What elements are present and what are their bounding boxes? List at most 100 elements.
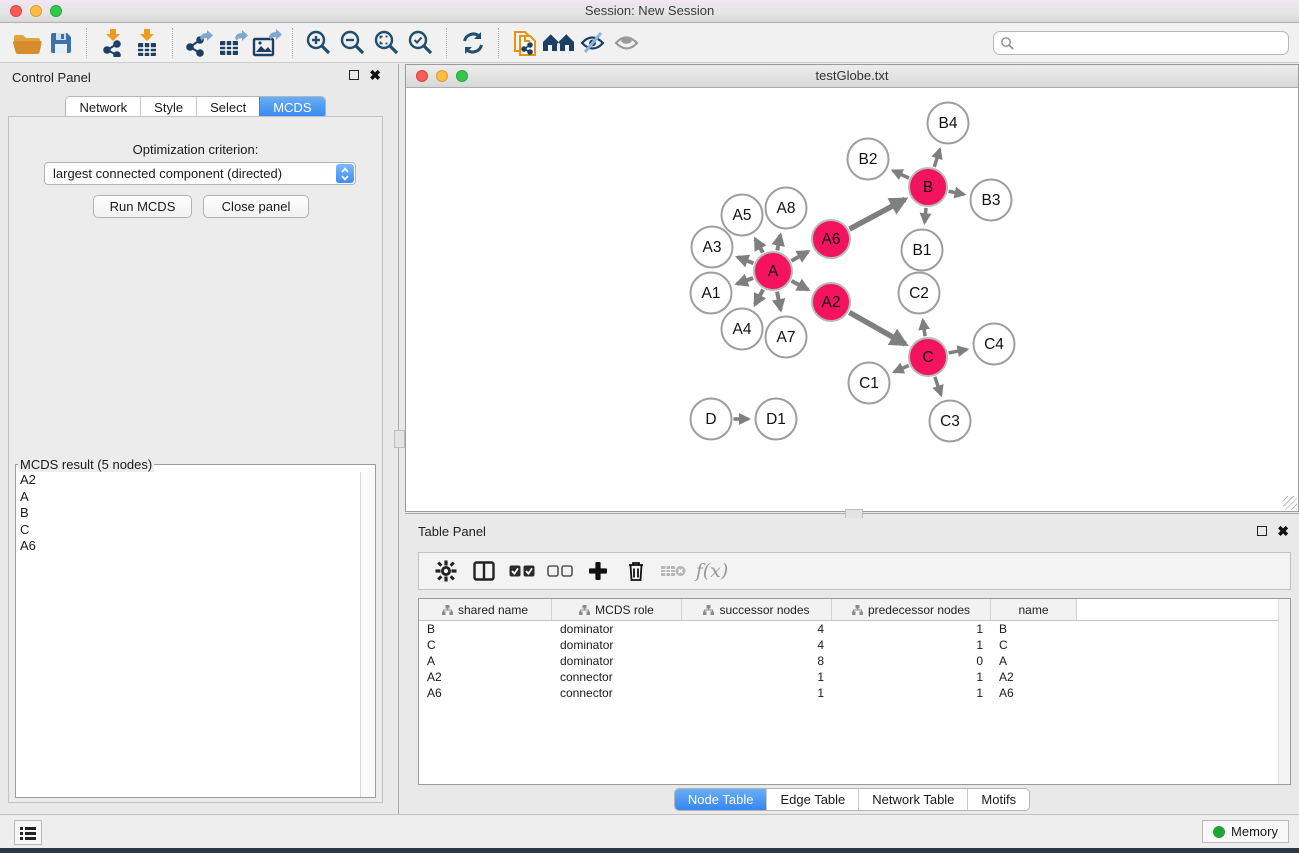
zoom-in-icon[interactable] (302, 27, 336, 59)
column-header-shared-name[interactable]: shared name (419, 599, 552, 620)
table-cell[interactable]: 4 (682, 622, 832, 636)
close-panel-button[interactable]: Close panel (203, 195, 309, 218)
result-list-item[interactable]: C (16, 522, 361, 539)
table-cell[interactable]: C (419, 638, 552, 652)
tab-mcds[interactable]: MCDS (259, 97, 324, 118)
graph-edge-C-C3[interactable] (935, 377, 941, 395)
table-cell[interactable]: A (991, 654, 1077, 668)
graph-edge-B-B3[interactable] (949, 191, 965, 194)
export-table-icon[interactable] (216, 27, 250, 59)
tab-edge-table[interactable]: Edge Table (766, 789, 858, 810)
column-header-predecessor-nodes[interactable]: predecessor nodes (832, 599, 991, 620)
table-cell[interactable]: dominator (552, 654, 682, 668)
graph-node-D[interactable]: D (691, 399, 732, 440)
run-mcds-button[interactable]: Run MCDS (93, 195, 192, 218)
result-list-item[interactable]: B (16, 505, 361, 522)
function-builder-icon[interactable]: f(x) (693, 556, 731, 586)
table-cell[interactable]: 1 (682, 670, 832, 684)
graph-edge-C-C1[interactable] (894, 365, 909, 371)
import-table-icon[interactable] (130, 27, 164, 59)
column-header-name[interactable]: name (991, 599, 1077, 620)
graph-edge-A6-B[interactable] (850, 199, 906, 229)
table-cell[interactable]: dominator (552, 622, 682, 636)
graph-node-B1[interactable]: B1 (902, 230, 943, 271)
table-cell[interactable]: A (419, 654, 552, 668)
graph-edge-A2-C[interactable] (849, 312, 905, 344)
result-list-item[interactable]: A2 (16, 472, 361, 489)
graph-edge-A-A2[interactable] (792, 281, 809, 290)
search-field[interactable] (993, 31, 1289, 55)
table-cell[interactable]: dominator (552, 638, 682, 652)
table-cell[interactable]: A6 (419, 686, 552, 700)
table-row[interactable]: Adominator80A (419, 653, 1290, 669)
vertical-split-handle[interactable] (394, 430, 405, 448)
clone-network-icon[interactable] (508, 27, 542, 59)
result-list-item[interactable]: A6 (16, 538, 361, 555)
column-header-successor-nodes[interactable]: successor nodes (682, 599, 832, 620)
network-canvas[interactable]: AA1A2A3A4A5A6A7A8BB1B2B3B4CC1C2C3C4DD1 (406, 88, 1298, 511)
show-hide-graphics-icon[interactable] (576, 27, 610, 59)
graph-edge-A-A6[interactable] (791, 252, 808, 261)
graph-edge-A-A5[interactable] (755, 239, 763, 253)
select-all-columns-icon[interactable] (503, 556, 541, 586)
zoom-selected-icon[interactable] (404, 27, 438, 59)
table-cell[interactable]: connector (552, 686, 682, 700)
graph-edge-B-B2[interactable] (893, 171, 909, 178)
graph-edge-A-A4[interactable] (755, 290, 763, 305)
unselect-all-columns-icon[interactable] (541, 556, 579, 586)
column-header-MCDS-role[interactable]: MCDS role (552, 599, 682, 620)
graph-node-A4[interactable]: A4 (722, 309, 763, 350)
table-cell[interactable]: B (991, 622, 1077, 636)
graph-node-C1[interactable]: C1 (849, 363, 890, 404)
table-cell[interactable]: 1 (832, 670, 991, 684)
show-graphics-details-icon[interactable] (610, 27, 644, 59)
graph-node-A8[interactable]: A8 (766, 188, 807, 229)
close-panel-icon[interactable]: ✖ (369, 70, 381, 80)
graph-node-C3[interactable]: C3 (930, 401, 971, 442)
resize-grip-icon[interactable] (1283, 496, 1297, 510)
table-cell[interactable]: 0 (832, 654, 991, 668)
graph-node-A6[interactable]: A6 (812, 220, 850, 258)
graph-node-C[interactable]: C (909, 338, 947, 376)
table-cell[interactable]: 1 (682, 686, 832, 700)
tab-node-table[interactable]: Node Table (675, 789, 767, 810)
table-row[interactable]: Cdominator41C (419, 637, 1290, 653)
float-panel-icon[interactable] (349, 70, 359, 80)
graph-edge-C-C4[interactable] (949, 349, 967, 353)
table-cell[interactable]: A6 (991, 686, 1077, 700)
tab-motifs[interactable]: Motifs (967, 789, 1029, 810)
ndex-home-icon[interactable] (542, 27, 576, 59)
tab-network[interactable]: Network (66, 97, 140, 118)
graph-edge-A-A3[interactable] (738, 257, 754, 263)
zoom-out-icon[interactable] (336, 27, 370, 59)
result-list-item[interactable]: A (16, 489, 361, 506)
table-cell[interactable]: 8 (682, 654, 832, 668)
graph-edge-B-B4[interactable] (934, 149, 940, 167)
open-session-icon[interactable] (10, 27, 44, 59)
refresh-layout-icon[interactable] (456, 27, 490, 59)
export-network-icon[interactable] (182, 27, 216, 59)
table-cell[interactable]: A2 (991, 670, 1077, 684)
search-input[interactable] (1014, 35, 1282, 51)
table-settings-icon[interactable] (427, 556, 465, 586)
criterion-dropdown[interactable]: largest connected component (directed) (44, 162, 356, 185)
graph-edge-A-A8[interactable] (777, 235, 780, 251)
graph-node-B3[interactable]: B3 (971, 180, 1012, 221)
graph-edge-A-A1[interactable] (737, 278, 753, 284)
save-session-icon[interactable] (44, 27, 78, 59)
table-cell[interactable]: connector (552, 670, 682, 684)
import-network-icon[interactable] (96, 27, 130, 59)
task-history-button[interactable] (14, 820, 42, 845)
graph-node-A1[interactable]: A1 (691, 273, 732, 314)
table-row[interactable]: A6connector11A6 (419, 685, 1290, 701)
delete-column-icon[interactable] (617, 556, 655, 586)
table-cell[interactable]: C (991, 638, 1077, 652)
table-scrollbar[interactable] (1278, 599, 1290, 784)
graph-node-D1[interactable]: D1 (756, 399, 797, 440)
table-cell[interactable]: 4 (682, 638, 832, 652)
table-cell[interactable]: 1 (832, 622, 991, 636)
float-table-panel-icon[interactable] (1257, 526, 1267, 536)
graph-node-B4[interactable]: B4 (928, 103, 969, 144)
split-view-icon[interactable] (465, 556, 503, 586)
table-cell[interactable]: B (419, 622, 552, 636)
